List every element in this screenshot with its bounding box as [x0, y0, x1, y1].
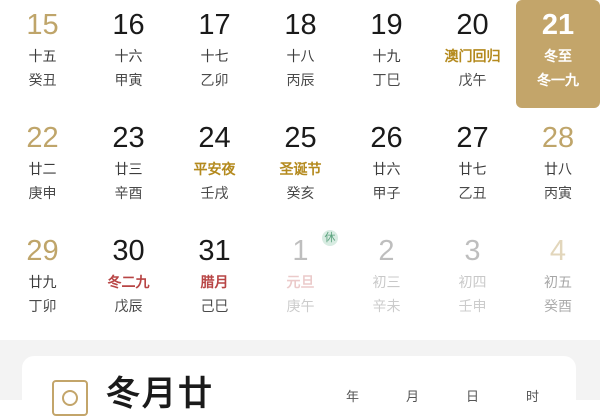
- day-cell-selected[interactable]: 21 冬至 冬一九: [516, 0, 600, 108]
- lunar-date: 初四: [458, 275, 487, 291]
- month-label: 月: [406, 390, 420, 405]
- lunar-date: 十五: [28, 49, 57, 65]
- detail-panel-background: [0, 340, 600, 416]
- ganzhi-date: 乙丑: [458, 186, 487, 202]
- ganzhi-date: 辛酉: [114, 186, 143, 202]
- day-number: 15: [26, 9, 59, 41]
- day-number: 28: [541, 122, 575, 154]
- ganzhi-date: 癸丑: [28, 73, 57, 89]
- lunar-date: 廿二: [28, 162, 57, 178]
- day-cell[interactable]: 29 廿九 丁卯: [0, 226, 85, 338]
- day-cell[interactable]: 20 澳门回归 戊午: [430, 0, 515, 112]
- lunar-date-highlight: 冬二九: [107, 275, 150, 291]
- ganzhi-date: 庚申: [28, 186, 57, 202]
- day-number: 20: [456, 9, 489, 41]
- day-number: 18: [284, 9, 317, 41]
- day-number: 29: [26, 235, 59, 267]
- day-label: 日: [466, 390, 480, 405]
- ganzhi-date: 己巳: [200, 299, 229, 315]
- day-number: 17: [198, 9, 231, 41]
- ganzhi-date: 甲子: [372, 186, 401, 202]
- ganzhi-date: 丙寅: [544, 186, 572, 202]
- lunar-date: 十六: [114, 49, 143, 65]
- day-number: 23: [112, 122, 145, 154]
- day-cell[interactable]: 23 廿三 辛酉: [86, 113, 171, 225]
- day-number: 25: [284, 122, 317, 154]
- day-number: 27: [456, 122, 489, 154]
- day-cell[interactable]: 26 廿六 甲子: [344, 113, 429, 225]
- ganzhi-date: 丁巳: [372, 73, 401, 89]
- day-number: 2: [378, 235, 395, 267]
- ganzhi-date: 辛未: [372, 299, 401, 315]
- ganzhi-date: 乙卯: [200, 73, 229, 89]
- ganzhi-date: 壬戌: [200, 186, 229, 202]
- day-cell[interactable]: 18 十八 丙辰: [258, 0, 343, 112]
- lunar-date: 廿八: [544, 162, 572, 178]
- holiday-label: 澳门回归: [444, 49, 501, 65]
- holiday-label: 元旦: [286, 275, 315, 291]
- lunar-date: 十八: [286, 49, 315, 65]
- day-cell[interactable]: 31 腊月 己巳: [172, 226, 257, 338]
- hour-label: 时: [526, 390, 540, 405]
- lunar-date-highlight: 腊月: [200, 275, 229, 291]
- lunar-date: 廿七: [458, 162, 487, 178]
- ganzhi-date: 丙辰: [286, 73, 315, 89]
- day-cell[interactable]: 16 十六 甲寅: [86, 0, 171, 112]
- ganzhi-date: 冬一九: [537, 73, 579, 89]
- holiday-label: 平安夜: [193, 162, 236, 178]
- day-cell[interactable]: 19 十九 丁巳: [344, 0, 429, 112]
- day-cell[interactable]: 22 廿二 庚申: [0, 113, 85, 225]
- holiday-label: 圣诞节: [279, 162, 322, 178]
- lunar-date: 十七: [200, 49, 229, 65]
- ganzhi-date: 癸亥: [286, 186, 315, 202]
- day-cell[interactable]: 27 廿七 乙丑: [430, 113, 515, 225]
- day-number: 3: [464, 235, 481, 267]
- ganzhi-date: 壬申: [458, 299, 487, 315]
- day-number: 30: [112, 235, 145, 267]
- day-number: 24: [198, 122, 231, 154]
- day-number: 19: [370, 9, 403, 41]
- day-cell[interactable]: 15 十五 癸丑: [0, 0, 85, 112]
- day-number: 22: [26, 122, 59, 154]
- day-cell-next-month[interactable]: 3 初四 壬申: [430, 226, 515, 338]
- ganzhi-date: 丁卯: [28, 299, 57, 315]
- day-cell[interactable]: 25 圣诞节 癸亥: [258, 113, 343, 225]
- day-number: 16: [112, 9, 145, 41]
- day-number: 4: [549, 235, 567, 267]
- calendar-grid: 15 十五 癸丑 16 十六 甲寅 17 十七 乙卯 18 十八 丙辰 19 十…: [0, 0, 600, 340]
- lunar-date: 初三: [372, 275, 401, 291]
- lunar-date: 廿三: [114, 162, 143, 178]
- ganzhi-date: 戊辰: [114, 299, 143, 315]
- solar-term-label: 冬至: [544, 49, 572, 65]
- rest-day-badge: 休: [322, 230, 338, 246]
- lunar-date: 廿六: [372, 162, 401, 178]
- day-number: 21: [541, 9, 575, 41]
- day-cell[interactable]: 28 廿八 丙寅: [516, 113, 600, 225]
- lunar-date: 十九: [372, 49, 401, 65]
- ganzhi-date: 甲寅: [114, 73, 143, 89]
- day-cell-next-month[interactable]: 4 初五 癸酉: [516, 226, 600, 338]
- lunar-month-title: 冬月廿: [106, 374, 214, 414]
- day-number: 31: [198, 235, 231, 267]
- day-number: 26: [370, 122, 403, 154]
- lunar-date: 初五: [544, 275, 572, 291]
- ganzhi-date: 庚午: [286, 299, 315, 315]
- lunar-date: 廿九: [28, 275, 57, 291]
- calendar-frame-icon: [52, 380, 88, 416]
- day-cell[interactable]: 17 十七 乙卯: [172, 0, 257, 112]
- day-cell[interactable]: 30 冬二九 戊辰: [86, 226, 171, 338]
- day-cell[interactable]: 24 平安夜 壬戌: [172, 113, 257, 225]
- year-label: 年: [346, 390, 360, 405]
- day-cell-next-month[interactable]: 2 初三 辛未: [344, 226, 429, 338]
- ganzhi-date: 戊午: [458, 73, 487, 89]
- ganzhi-date: 癸酉: [544, 299, 572, 315]
